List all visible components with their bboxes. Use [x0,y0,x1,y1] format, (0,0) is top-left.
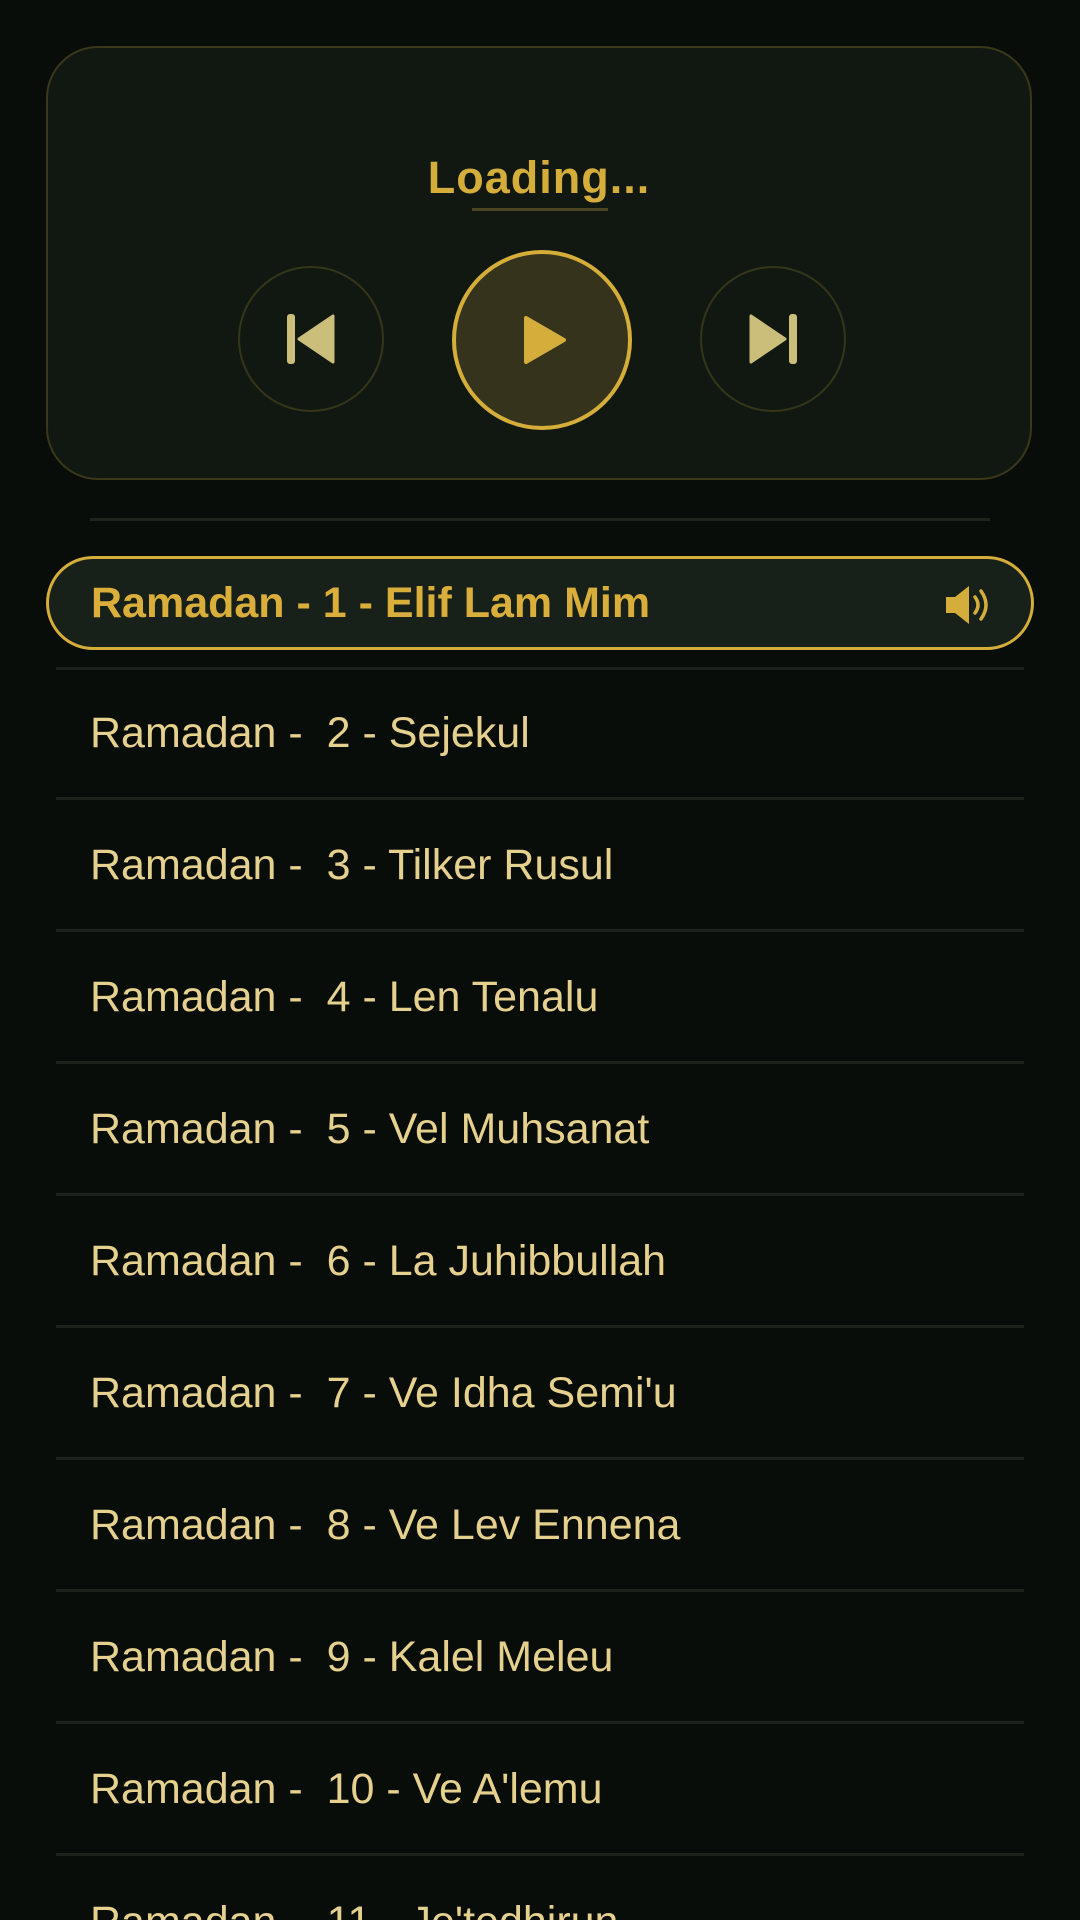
playlist-item-label: Ramadan - 2 - Sejekul [90,709,530,757]
skip-next-icon [749,314,797,364]
playlist-item-active[interactable]: Ramadan - 1 - Elif Lam Mim [46,556,1034,650]
previous-track-button[interactable] [238,266,384,412]
playlist-item-label: Ramadan - 7 - Ve Idha Semi'u [90,1369,677,1417]
playlist-item-label: Ramadan - 10 - Ve A'lemu [90,1765,603,1813]
playlist-item-label: Ramadan - 8 - Ve Lev Ennena [90,1501,681,1549]
player-card: Loading... [46,46,1032,480]
playlist-item-label: Ramadan - 3 - Tilker Rusul [90,841,614,889]
playlist-item[interactable]: Ramadan - 10 - Ve A'lemu [56,1726,1024,1856]
playlist-item[interactable]: Ramadan - 7 - Ve Idha Semi'u [56,1330,1024,1460]
playlist-item[interactable]: Ramadan - 8 - Ve Lev Ennena [56,1462,1024,1592]
playlist-item-label: Ramadan - 6 - La Juhibbullah [90,1237,667,1285]
divider [90,518,990,521]
playlist-item-label: Ramadan - 4 - Len Tenalu [90,973,599,1021]
progress-bar[interactable] [472,208,608,211]
playlist-item-label: Ramadan - 5 - Vel Muhsanat [90,1105,650,1153]
skip-previous-icon [287,314,335,364]
playlist-item[interactable]: Ramadan - 9 - Kalel Meleu [56,1594,1024,1724]
audio-player-screen: Loading... Ramadan - 1 - Elif Lam Mim Ra… [0,0,1080,1920]
playlist-item[interactable]: Ramadan - 4 - Len Tenalu [56,934,1024,1064]
playlist-item[interactable]: Ramadan - 3 - Tilker Rusul [56,802,1024,932]
speaker-playing-icon [946,586,988,624]
playlist-item[interactable]: Ramadan - 11 - Je'tedhirun [56,1858,1024,1920]
playlist-item[interactable]: Ramadan - 5 - Vel Muhsanat [56,1066,1024,1196]
playlist-item[interactable]: Ramadan - 6 - La Juhibbullah [56,1198,1024,1328]
playlist-item-label: Ramadan - 9 - Kalel Meleu [90,1633,614,1681]
play-button[interactable] [452,250,632,430]
playlist-item-label: Ramadan - 11 - Je'tedhirun [90,1898,618,1920]
playlist-item-label: Ramadan - 1 - Elif Lam Mim [91,578,651,627]
player-status-text: Loading... [427,152,651,203]
next-track-button[interactable] [700,266,846,412]
playlist-item[interactable]: Ramadan - 2 - Sejekul [56,670,1024,800]
play-icon [524,316,566,364]
